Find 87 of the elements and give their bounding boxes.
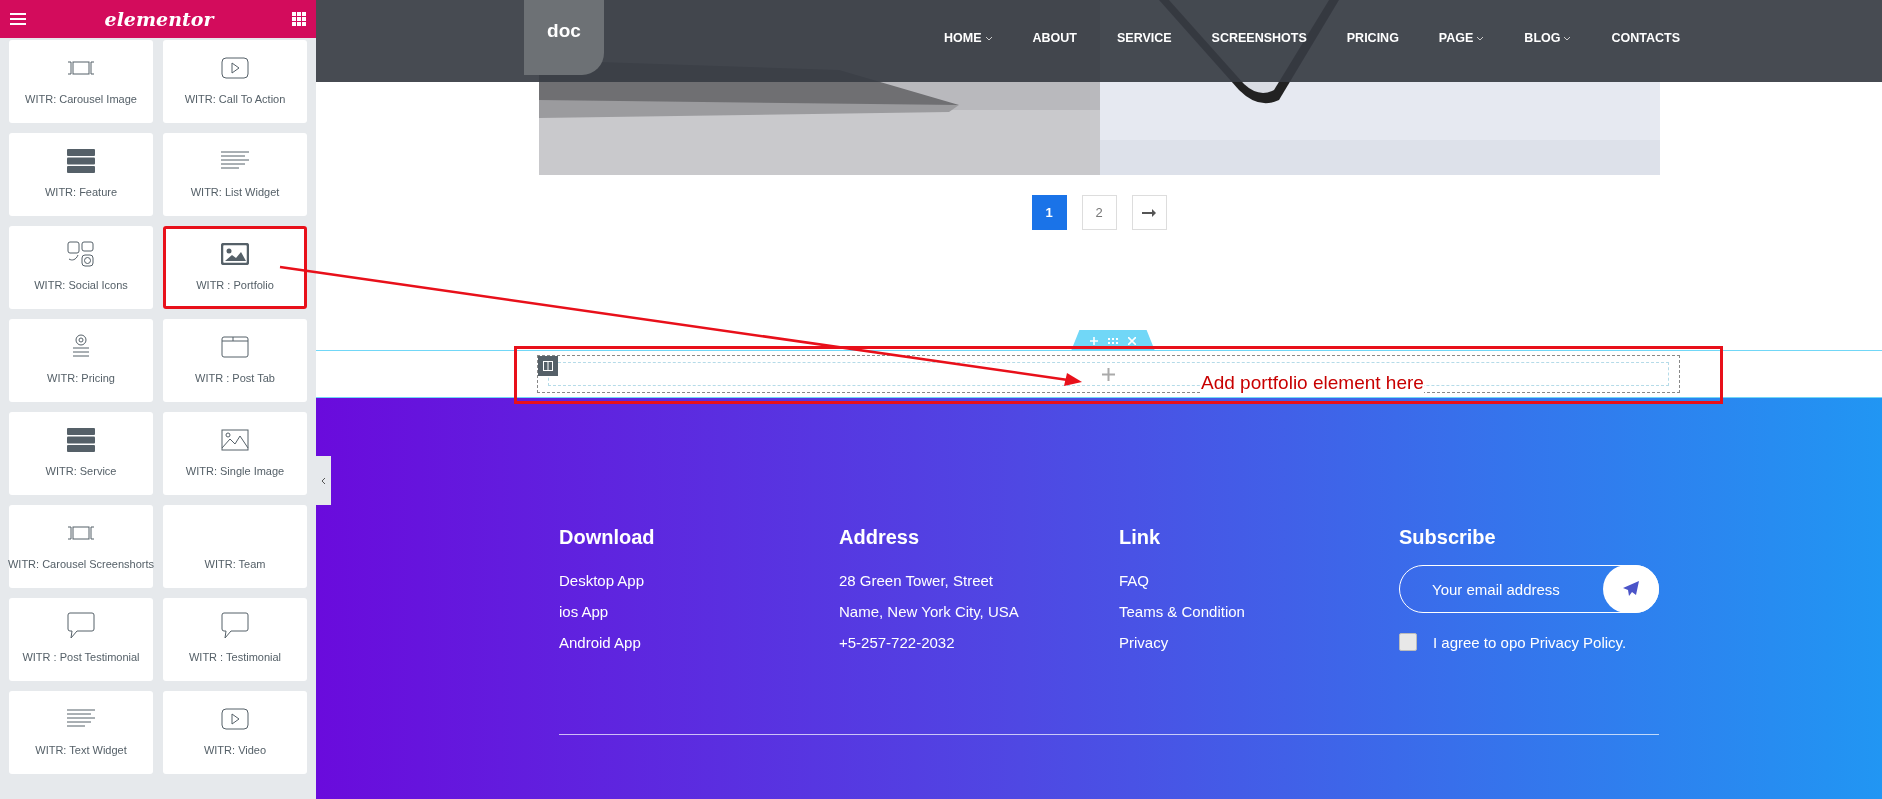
footer-heading: Subscribe (1399, 526, 1497, 549)
play-icon (221, 708, 249, 730)
footer-link[interactable]: FAQ (1119, 565, 1399, 596)
widget-card[interactable]: WITR: Text Widget (9, 691, 153, 774)
footer-link[interactable]: ios App (559, 596, 839, 627)
image-icon (221, 429, 249, 451)
agree-label: I agree to opo Privacy Policy. (1433, 633, 1627, 651)
widget-card[interactable]: WITR: Pricing (9, 319, 153, 402)
widget-label: WITR: Carousel Image (25, 93, 137, 105)
widget-card[interactable]: WITR: Service (9, 412, 153, 495)
widget-label: WITR : Post Testimonial (22, 651, 140, 663)
widget-card[interactable]: WITR: Video (163, 691, 307, 774)
widget-card[interactable]: WITR : Portfolio (163, 226, 307, 309)
send-button[interactable] (1603, 565, 1659, 613)
widget-label: WITR: Pricing (47, 372, 115, 384)
social-icon (67, 241, 95, 267)
widget-label: WITR: Social Icons (34, 279, 128, 291)
footer-heading: Link (1119, 526, 1162, 549)
footer-heading: Download (559, 526, 656, 549)
folder-tab-icon (221, 336, 249, 358)
widget-label: WITR: Team (204, 558, 266, 570)
widget-card[interactable]: WITR: Call To Action (163, 40, 307, 123)
nav-link[interactable]: CONTACTS (1611, 31, 1680, 45)
widget-label: WITR: Service (45, 465, 117, 477)
image-icon (221, 243, 249, 265)
carousel-icon (67, 61, 95, 75)
widget-card[interactable]: WITR: Team (163, 505, 307, 588)
widget-label: WITR: Text Widget (35, 744, 127, 756)
play-icon (221, 57, 249, 79)
email-field[interactable]: Your email address (1430, 579, 1590, 599)
widget-card[interactable]: WITR: Feature (9, 133, 153, 216)
widget-card[interactable]: WITR: Single Image (163, 412, 307, 495)
speech-bubble-icon (67, 612, 95, 640)
footer-heading: Address (839, 526, 921, 549)
text-lines-icon (221, 151, 249, 171)
widget-label: WITR: List Widget (190, 186, 280, 198)
widget-label: WITR : Portfolio (196, 279, 274, 291)
footer-link[interactable]: Name, New York City, USA (839, 596, 1119, 627)
menu-icon[interactable] (10, 13, 26, 25)
widget-label: WITR: Single Image (185, 465, 285, 477)
widget-card[interactable]: WITR: List Widget (163, 133, 307, 216)
widget-card[interactable]: WITR : Post Testimonial (9, 598, 153, 681)
widget-label: WITR: Feature (44, 186, 118, 198)
chevron-down-icon (984, 35, 993, 41)
widget-card[interactable]: WITR: Social Icons (9, 226, 153, 309)
text-lines-icon (67, 709, 95, 729)
widget-label: WITR : Testimonial (188, 651, 282, 663)
page-button[interactable]: 2 (1081, 195, 1117, 230)
widget-card[interactable]: WITR : Testimonial (163, 598, 307, 681)
widget-card[interactable]: WITR : Post Tab (163, 319, 307, 402)
next-page-button[interactable] (1131, 195, 1167, 230)
nav-link[interactable]: ABOUT (1032, 31, 1077, 45)
chevron-down-icon (1476, 35, 1485, 41)
nav-link[interactable]: PAGE (1438, 31, 1485, 45)
footer-link[interactable]: Teams & Condition (1119, 596, 1399, 627)
arrow-right-icon (1142, 208, 1156, 217)
footer-link[interactable]: Desktop App (559, 565, 839, 596)
chevron-left-icon (321, 476, 326, 485)
column-handle[interactable] (538, 356, 558, 376)
page-button[interactable]: 1 (1031, 195, 1067, 230)
footer-link[interactable]: Privacy (1119, 627, 1399, 658)
server-icon (67, 428, 95, 452)
agree-checkbox[interactable] (1399, 633, 1417, 651)
column-icon (543, 361, 553, 371)
speech-bubble-icon (221, 612, 249, 640)
widget-label: WITR: Video (203, 744, 267, 756)
nav-link[interactable]: PRICING (1346, 31, 1399, 45)
pricing-icon (71, 334, 91, 360)
widget-label: WITR : Post Tab (195, 372, 275, 384)
brand-logo: elementor (104, 8, 214, 30)
footer-link[interactable]: +5-257-722-2032 (839, 627, 1119, 658)
chevron-down-icon (1563, 35, 1572, 41)
widget-card[interactable]: WITR: Carousel Screenshorts (9, 505, 153, 588)
paper-plane-icon (1623, 581, 1639, 597)
nav-link[interactable]: SCREENSHOTS (1211, 31, 1307, 45)
grid-icon[interactable] (292, 12, 306, 26)
widget-label: WITR: Call To Action (184, 93, 286, 105)
nav-link[interactable]: HOME (944, 31, 993, 45)
server-icon (67, 149, 95, 173)
footer-link[interactable]: 28 Green Tower, Street (839, 565, 1119, 596)
widget-card[interactable]: WITR: Carousel Image (9, 40, 153, 123)
carousel-icon (67, 526, 95, 540)
widget-label: WITR: Carousel Screenshorts (7, 558, 155, 570)
nav-link[interactable]: BLOG (1524, 31, 1572, 45)
footer-link[interactable]: Android App (559, 627, 839, 658)
site-logo[interactable]: doc (524, 0, 604, 75)
nav-link[interactable]: SERVICE (1116, 31, 1172, 45)
